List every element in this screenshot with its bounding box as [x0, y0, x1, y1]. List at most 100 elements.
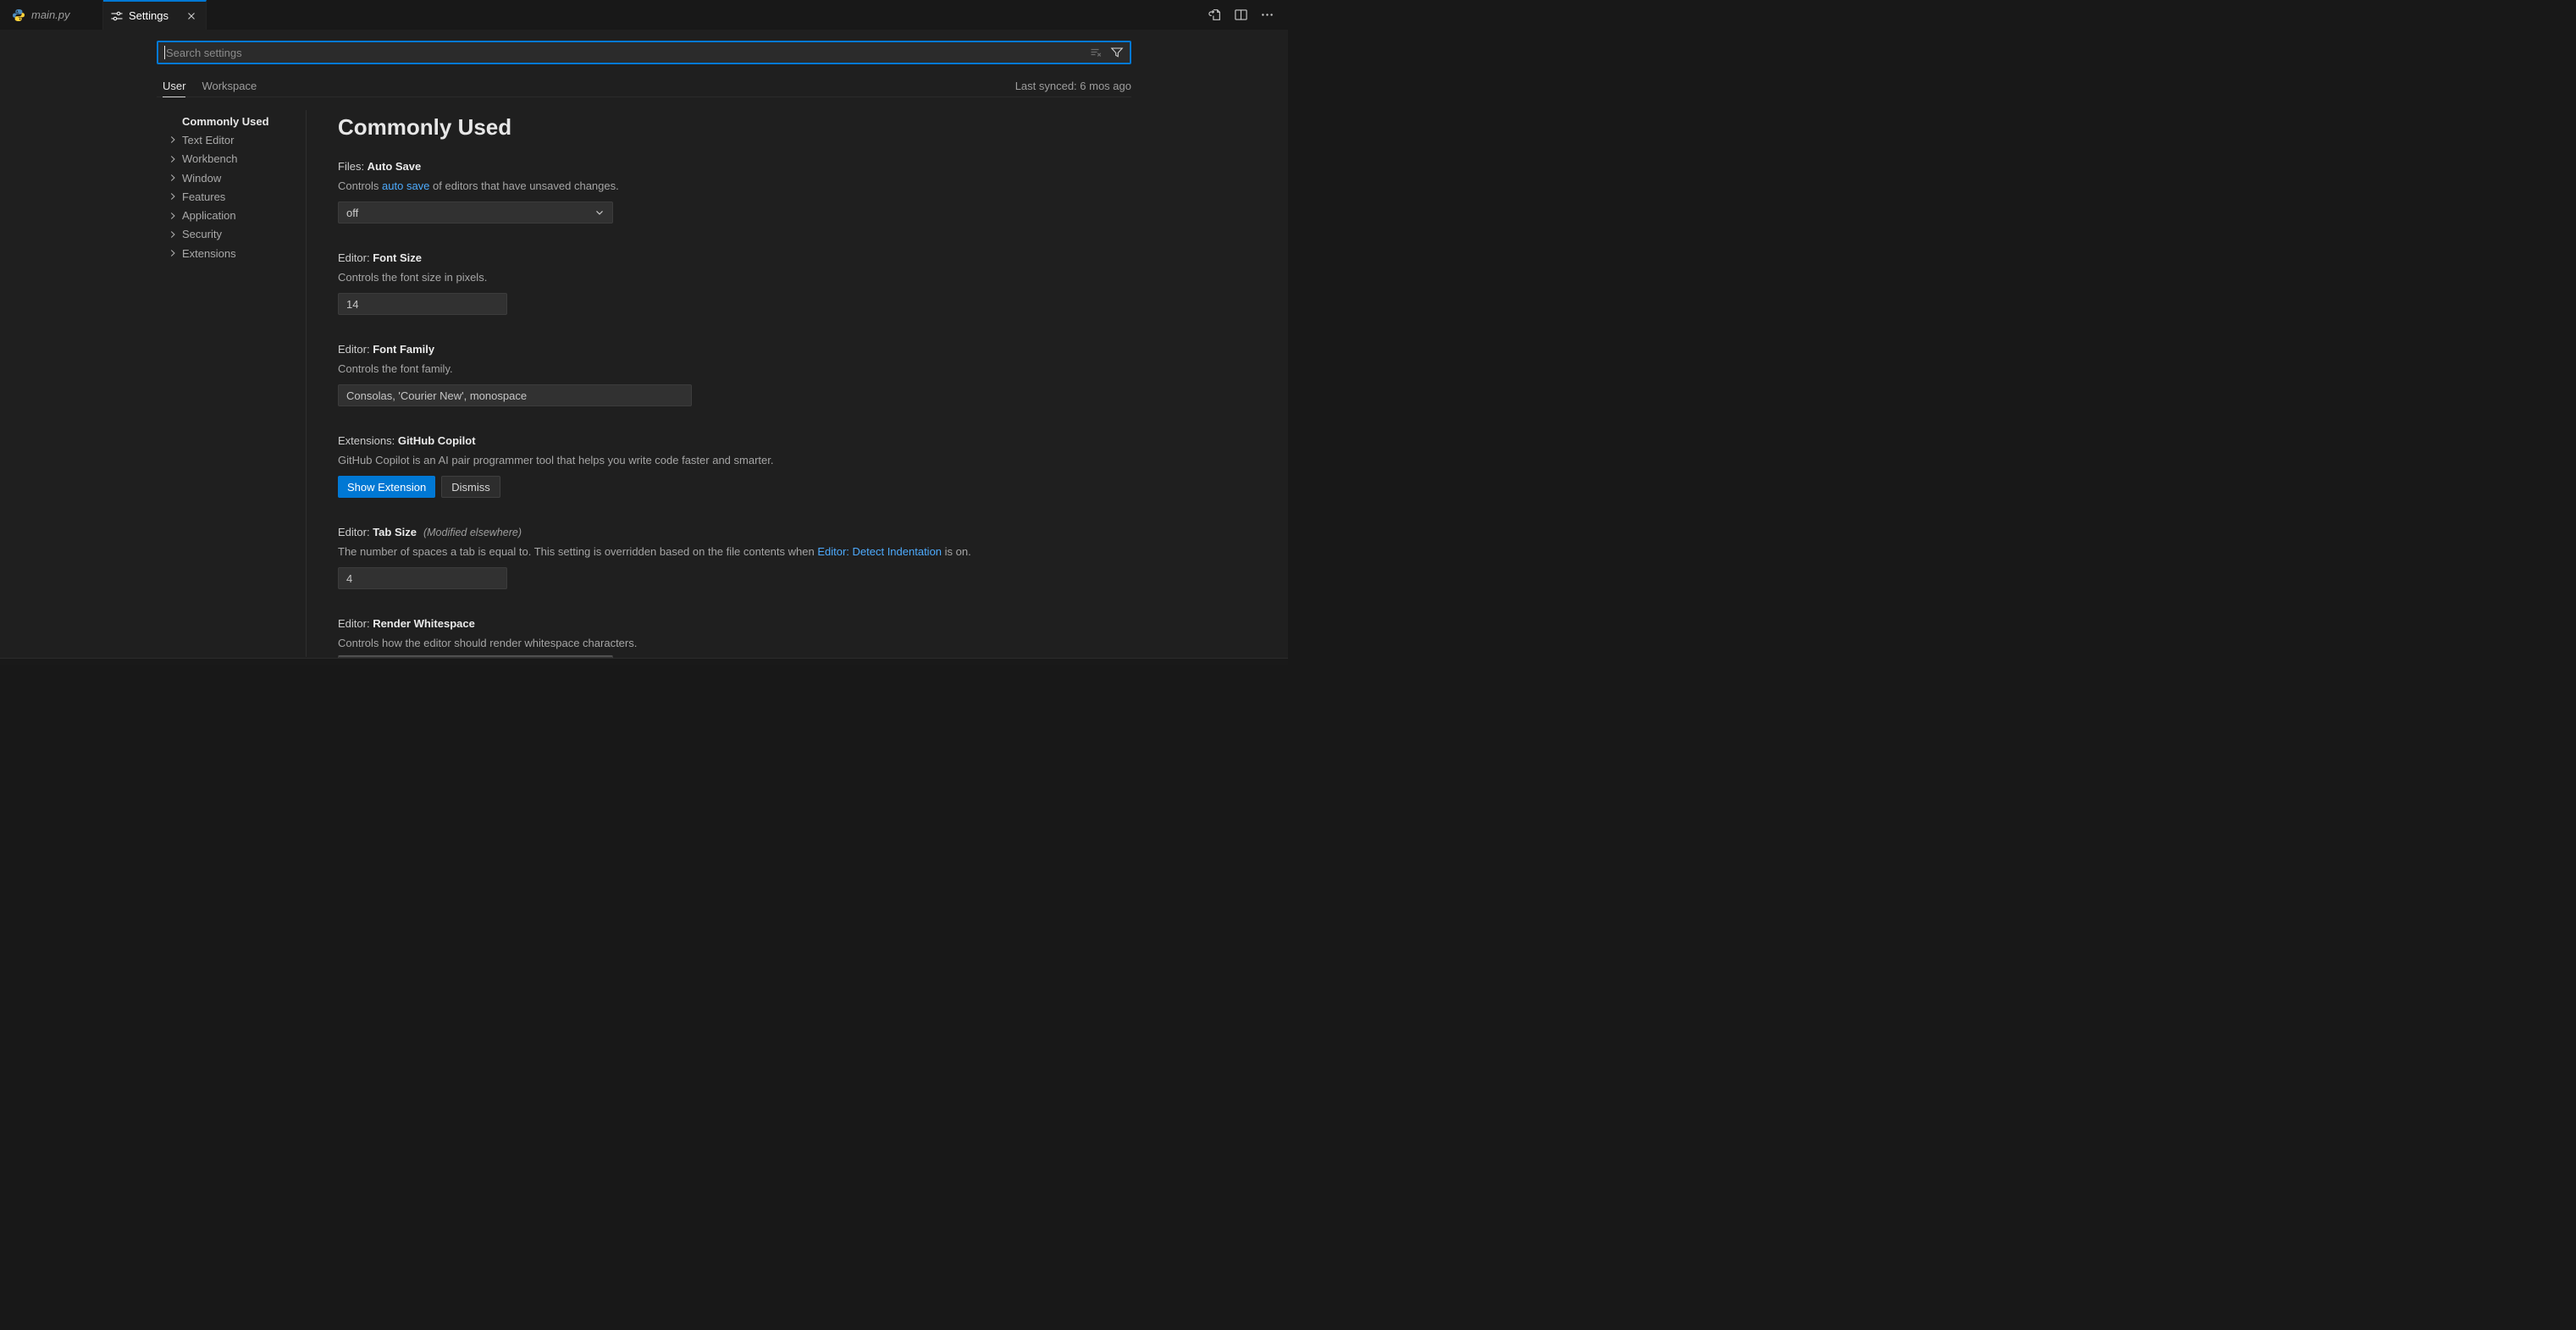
last-synced-label: Last synced: 6 mos ago [1015, 75, 1131, 97]
toc-item-label: Text Editor [182, 134, 234, 146]
setting-title: Editor: Tab Size (Modified elsewhere) [338, 526, 1015, 539]
text-caret [164, 46, 165, 59]
setting-input-font-family[interactable]: Consolas, 'Courier New', monospace [338, 384, 692, 406]
toc-item-commonly-used[interactable]: Commonly Used [159, 112, 307, 130]
setting-github-copilot: Extensions: GitHub CopilotGitHub Copilot… [338, 434, 1015, 498]
search-placeholder: Search settings [166, 47, 242, 59]
select-value: off [346, 207, 358, 219]
setting-input-font-size[interactable]: 14 [338, 293, 507, 315]
setting-category: Editor: [338, 526, 373, 538]
setting-description-text: The number of spaces a tab is equal to. … [338, 545, 817, 558]
editor-bottom-edge [0, 658, 1288, 665]
setting-category: Editor: [338, 343, 373, 356]
editor-toolbar [1207, 0, 1288, 30]
setting-modified-note: (Modified elsewhere) [423, 527, 522, 538]
editor-tab-bar: main.py Settings [0, 0, 1288, 30]
setting-description-text: of editors that have unsaved changes. [429, 179, 618, 192]
setting-description: Controls auto save of editors that have … [338, 179, 1015, 193]
toc-item-label: Application [182, 209, 236, 222]
input-value: 14 [346, 298, 358, 311]
chevron-right-icon [166, 152, 180, 166]
python-icon [12, 8, 25, 22]
settings-editor: Search settings User Workspace Last sy [0, 30, 1288, 665]
tab-label: main.py [31, 8, 70, 21]
tab-settings[interactable]: Settings [103, 0, 207, 30]
scope-tab-workspace[interactable]: Workspace [202, 75, 257, 97]
close-icon[interactable] [184, 8, 199, 24]
settings-scope-tabs: User Workspace Last synced: 6 mos ago [157, 75, 1131, 97]
tab-main-py[interactable]: main.py [0, 0, 103, 30]
toc-resize-sash[interactable] [306, 110, 307, 657]
chevron-right-icon [166, 209, 180, 223]
toc-item-label: Security [182, 228, 222, 240]
chevron-right-icon [166, 190, 180, 203]
setting-category: Editor: [338, 251, 373, 264]
settings-content: Commonly Used Files: Auto Save Controls a… [338, 113, 1015, 665]
section-heading: Commonly Used [338, 113, 1015, 141]
setting-name: Render Whitespace [373, 617, 475, 630]
chevron-right-icon [166, 228, 180, 241]
scope-tab-user[interactable]: User [163, 75, 185, 97]
setting-link-auto-save[interactable]: auto save [382, 179, 429, 192]
more-actions-button[interactable] [1259, 8, 1274, 23]
setting-input-tab-size[interactable]: 4 [338, 567, 507, 589]
setting-buttons: Show Extension Dismiss [338, 476, 1015, 498]
setting-title: Extensions: GitHub Copilot [338, 434, 1015, 448]
setting-description: GitHub Copilot is an AI pair programmer … [338, 454, 1015, 467]
setting-description-text: Controls [338, 179, 382, 192]
toc-item-text-editor[interactable]: Text Editor [159, 130, 307, 149]
clear-filter-icon[interactable] [1089, 46, 1103, 60]
setting-name: Font Size [373, 251, 422, 264]
setting-title: Editor: Render Whitespace [338, 617, 1015, 631]
toc-item-workbench[interactable]: Workbench [159, 150, 307, 168]
settings-toc: Commonly Used Text Editor Workbench Window F… [159, 112, 307, 262]
setting-name: Font Family [373, 343, 434, 356]
input-value: 4 [346, 572, 352, 585]
setting-title: Files: Auto Save [338, 160, 1015, 174]
setting-font-size: Editor: Font Size Controls the font size … [338, 251, 1015, 315]
toc-item-features[interactable]: Features [159, 187, 307, 206]
setting-link-editor-detect-indentation[interactable]: Editor: Detect Indentation [817, 545, 942, 558]
setting-description: Controls the font family. [338, 362, 1015, 376]
show-extension-button[interactable]: Show Extension [338, 476, 435, 498]
setting-description: The number of spaces a tab is equal to. … [338, 545, 1015, 559]
setting-name: Tab Size [373, 526, 417, 538]
open-settings-json-button[interactable] [1207, 8, 1222, 23]
setting-description-text: Controls the font family. [338, 362, 453, 375]
setting-tab-size: Editor: Tab Size (Modified elsewhere) The … [338, 526, 1015, 589]
toc-item-application[interactable]: Application [159, 206, 307, 224]
toc-item-label: Features [182, 190, 225, 203]
toc-item-security[interactable]: Security [159, 225, 307, 244]
setting-category: Extensions: [338, 434, 398, 447]
tab-label: Settings [129, 9, 169, 22]
setting-title: Editor: Font Family [338, 343, 1015, 356]
split-editor-button[interactable] [1233, 8, 1248, 23]
toc-item-label: Extensions [182, 247, 236, 260]
search-actions [1089, 46, 1124, 60]
toc-item-label: Workbench [182, 152, 238, 165]
filter-funnel-icon[interactable] [1109, 46, 1124, 60]
input-value: Consolas, 'Courier New', monospace [346, 389, 527, 402]
vscode-window: main.py Settings [0, 0, 1288, 665]
search-settings-input[interactable]: Search settings [157, 41, 1131, 64]
setting-category: Editor: [338, 617, 373, 630]
chevron-right-icon [166, 171, 180, 185]
chevron-right-icon [166, 246, 180, 260]
dismiss-button[interactable]: Dismiss [441, 476, 500, 498]
setting-category: Files: [338, 160, 368, 173]
setting-description: Controls how the editor should render wh… [338, 637, 1015, 650]
toc-item-label: Window [182, 172, 221, 185]
setting-auto-save: Files: Auto Save Controls auto save of ed… [338, 160, 1015, 224]
setting-name: GitHub Copilot [398, 434, 476, 447]
setting-description-text: Controls the font size in pixels. [338, 271, 487, 284]
toc-item-extensions[interactable]: Extensions [159, 244, 307, 262]
setting-description-text: GitHub Copilot is an AI pair programmer … [338, 454, 773, 466]
setting-description: Controls the font size in pixels. [338, 271, 1015, 284]
settings-list: Files: Auto Save Controls auto save of ed… [338, 160, 1015, 665]
setting-select-auto-save[interactable]: off [338, 201, 613, 224]
chevron-right-icon [166, 133, 180, 146]
settings-sliders-icon [110, 9, 124, 23]
setting-title: Editor: Font Size [338, 251, 1015, 265]
toc-item-window[interactable]: Window [159, 168, 307, 187]
setting-description-text: is on. [942, 545, 971, 558]
